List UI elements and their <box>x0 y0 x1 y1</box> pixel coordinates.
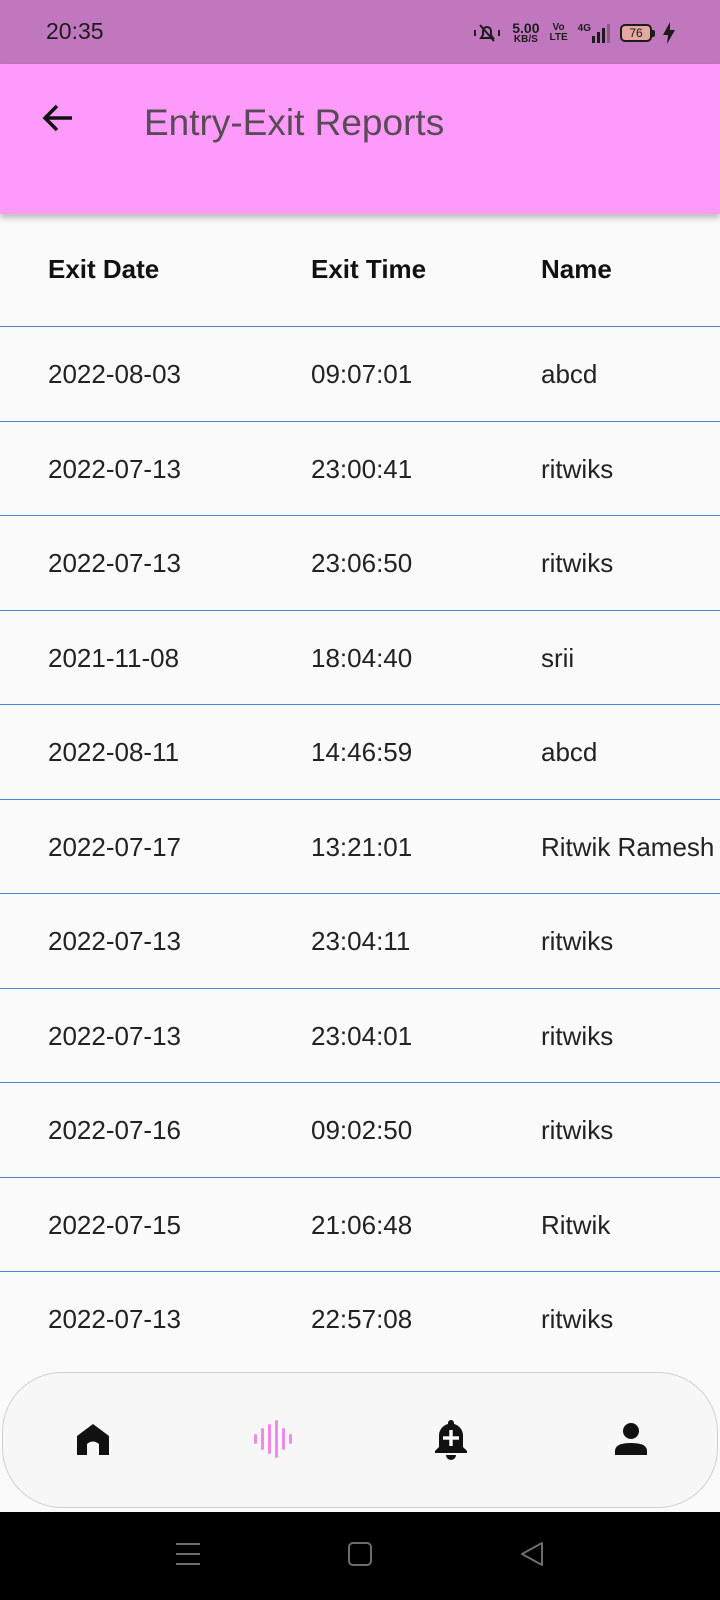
exit-time-cell: 09:02:50 <box>311 1115 413 1145</box>
exit-time-cell: 18:04:40 <box>311 642 413 673</box>
page-title: Entry-Exit Reports <box>144 102 445 143</box>
table-row[interactable]: 2022-07-15 21:06:48 Ritwik <box>0 1178 720 1272</box>
table-row[interactable]: 2022-07-13 23:06:50 ritwiks <box>0 516 720 611</box>
exit-time-cell: 13:21:01 <box>311 831 413 862</box>
exit-time-cell: 09:07:01 <box>311 359 413 389</box>
name-cell: ritwiks <box>541 926 614 956</box>
exit-time-cell: 23:04:01 <box>311 1020 413 1051</box>
name-cell: Ritwik <box>541 1209 611 1240</box>
exit-date-cell: 2022-07-13 <box>48 926 181 956</box>
menu-icon <box>174 1541 202 1572</box>
exit-time-cell: 23:06:50 <box>311 548 413 578</box>
exit-time-cell: 23:00:41 <box>311 453 413 484</box>
name-cell: ritwiks <box>541 1115 614 1145</box>
exit-date-cell: 2021-11-08 <box>48 642 180 673</box>
table-row[interactable]: 2022-08-11 14:46:59 abcd <box>0 705 720 800</box>
nav-home-button[interactable] <box>63 1411 123 1471</box>
nav-profile-button[interactable] <box>601 1411 661 1471</box>
table-header: Exit Date Exit Time Name <box>0 214 720 327</box>
exit-time-cell: 21:06:48 <box>311 1209 413 1240</box>
nav-reports-button[interactable] <box>243 1411 303 1471</box>
column-header-exit-time[interactable]: Exit Time <box>311 254 426 285</box>
name-cell: ritwiks <box>541 1020 614 1051</box>
exit-date-cell: 2022-07-13 <box>48 548 181 578</box>
exit-date-cell: 2022-07-13 <box>48 1304 181 1334</box>
signal-icon: 4G <box>578 23 610 43</box>
table-row[interactable]: 2022-07-13 23:00:41 ritwiks <box>0 422 720 516</box>
bottom-nav <box>2 1372 718 1508</box>
name-cell: ritwiks <box>541 453 614 484</box>
column-header-exit-date[interactable]: Exit Date <box>48 254 159 285</box>
app-bar: Entry-Exit Reports <box>0 64 720 214</box>
column-header-name[interactable]: Name <box>541 254 612 285</box>
status-time: 20:35 <box>46 18 104 44</box>
name-cell: Ritwik Ramesh <box>541 831 715 862</box>
back-triangle-icon <box>518 1540 546 1573</box>
name-cell: srii <box>541 642 575 673</box>
net-speed: 5.00 KB/S <box>512 20 540 45</box>
status-icons: 5.00 KB/S Vo LTE 4G 76 <box>472 18 676 48</box>
exit-date-cell: 2022-08-03 <box>48 359 181 389</box>
nav-add-alert-button[interactable] <box>421 1411 481 1471</box>
charging-icon <box>662 22 676 44</box>
volte-indicator: Vo LTE <box>549 22 568 43</box>
system-home-button[interactable] <box>340 1536 380 1576</box>
name-cell: abcd <box>541 359 598 389</box>
name-cell: abcd <box>541 737 598 767</box>
table-row[interactable]: 2021-11-08 18:04:40 srii <box>0 611 720 705</box>
name-cell: ritwiks <box>541 548 614 578</box>
status-bar: 20:35 5.00 KB/S Vo LTE 4G 76 <box>0 0 720 64</box>
table-row[interactable]: 2022-07-16 09:02:50 ritwiks <box>0 1083 720 1178</box>
arrow-left-icon <box>40 100 76 141</box>
exit-date-cell: 2022-07-13 <box>48 453 181 484</box>
battery-icon: 76 <box>620 24 655 42</box>
home-icon <box>74 1420 112 1463</box>
table-row[interactable]: 2022-08-03 09:07:01 abcd <box>0 327 720 422</box>
table-row[interactable]: 2022-07-13 23:04:01 ritwiks <box>0 989 720 1083</box>
table-row[interactable]: 2022-07-13 23:04:11 ritwiks <box>0 894 720 989</box>
exit-date-cell: 2022-07-13 <box>48 1020 181 1051</box>
table-row[interactable]: 2022-07-17 13:21:01 Ritwik Ramesh <box>0 800 720 894</box>
system-nav-bar <box>0 1512 720 1600</box>
exit-time-cell: 22:57:08 <box>311 1304 413 1334</box>
name-cell: ritwiks <box>541 1304 614 1334</box>
exit-time-cell: 14:46:59 <box>311 737 413 767</box>
back-button[interactable] <box>34 96 82 144</box>
mute-icon <box>472 21 502 45</box>
table-row[interactable]: 2022-07-13 22:57:08 ritwiks <box>0 1272 720 1367</box>
exit-date-cell: 2022-07-16 <box>48 1115 181 1145</box>
exit-date-cell: 2022-07-17 <box>48 831 181 862</box>
profile-icon <box>613 1421 649 1462</box>
reports-icon <box>253 1419 293 1464</box>
system-back-button[interactable] <box>512 1536 552 1576</box>
home-square-icon <box>347 1541 373 1572</box>
system-menu-button[interactable] <box>168 1536 208 1576</box>
add-alert-icon <box>431 1417 471 1466</box>
exit-date-cell: 2022-07-15 <box>48 1209 181 1240</box>
exit-date-cell: 2022-08-11 <box>48 737 180 767</box>
reports-table: Exit Date Exit Time Name 2022-08-03 09:0… <box>0 214 720 1367</box>
exit-time-cell: 23:04:11 <box>311 926 411 956</box>
